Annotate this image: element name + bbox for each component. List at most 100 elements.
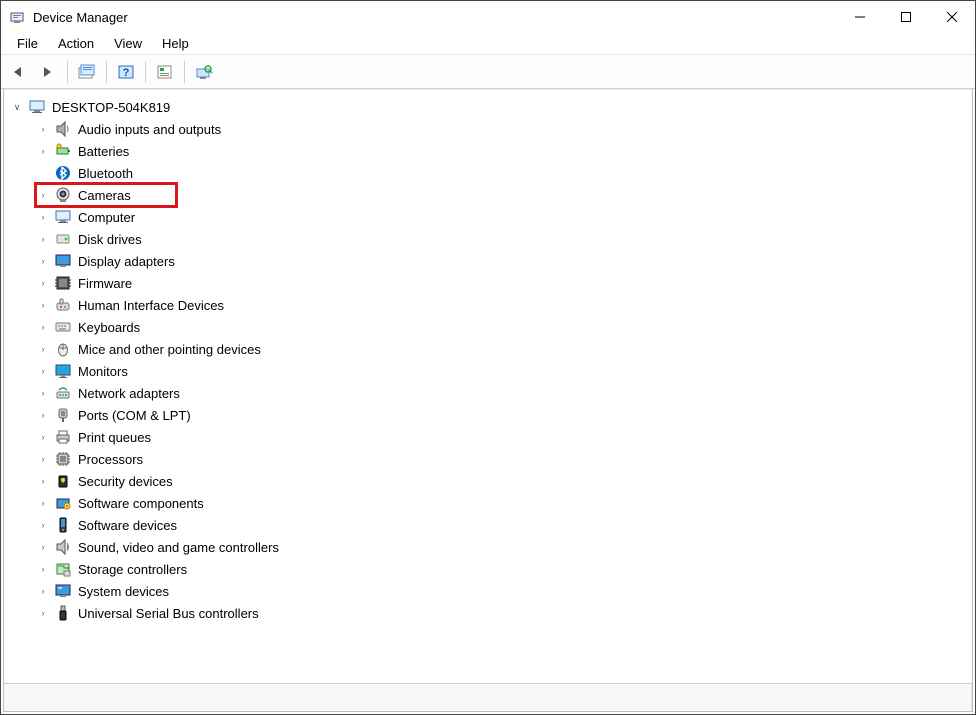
disk-icon	[54, 230, 72, 248]
expander-icon[interactable]: ∨	[10, 100, 24, 114]
toolbar-show-hidden[interactable]	[74, 59, 100, 85]
camera-icon	[54, 186, 72, 204]
tree-category-label: Ports (COM & LPT)	[76, 408, 191, 423]
tree-category-label: Security devices	[76, 474, 173, 489]
maximize-button[interactable]	[883, 1, 929, 33]
expander-icon[interactable]: ›	[36, 584, 50, 598]
computer-icon	[54, 208, 72, 226]
display-icon	[54, 252, 72, 270]
toolbar-scan-hardware[interactable]	[191, 59, 217, 85]
expander-icon[interactable]: ›	[36, 210, 50, 224]
mouse-icon	[54, 340, 72, 358]
tree-category-row[interactable]: › Computer	[10, 206, 972, 228]
toolbar-back[interactable]	[7, 59, 33, 85]
tree-category-label: Storage controllers	[76, 562, 187, 577]
tree-category-row[interactable]: › Audio inputs and outputs	[10, 118, 972, 140]
expander-icon[interactable]: ›	[36, 386, 50, 400]
expander-icon[interactable]: ›	[36, 518, 50, 532]
toolbar-forward[interactable]	[35, 59, 61, 85]
toolbar-properties[interactable]	[152, 59, 178, 85]
printer-icon	[54, 428, 72, 446]
expander-icon[interactable]: ›	[36, 606, 50, 620]
close-button[interactable]	[929, 1, 975, 33]
battery-icon	[54, 142, 72, 160]
tree-category-label: Keyboards	[76, 320, 140, 335]
bluetooth-icon	[54, 164, 72, 182]
status-bar	[4, 683, 972, 711]
tree-category-row[interactable]: › Storage controllers	[10, 558, 972, 580]
hid-icon	[54, 296, 72, 314]
menu-action[interactable]: Action	[48, 34, 104, 53]
sound-icon	[54, 538, 72, 556]
tree-category-label: Disk drives	[76, 232, 142, 247]
tree-category-row[interactable]: › Processors	[10, 448, 972, 470]
tree-category-row[interactable]: › Firmware	[10, 272, 972, 294]
device-tree-view[interactable]: ∨ DESKTOP-504K819 › Audio inputs and out…	[4, 89, 972, 683]
tree-category-label: Bluetooth	[76, 166, 133, 181]
tree-category-row[interactable]: › Human Interface Devices	[10, 294, 972, 316]
tree-root-row[interactable]: ∨ DESKTOP-504K819	[10, 96, 972, 118]
minimize-button[interactable]	[837, 1, 883, 33]
menu-file[interactable]: File	[7, 34, 48, 53]
tree-category-row[interactable]: › Keyboards	[10, 316, 972, 338]
tree-category-label: System devices	[76, 584, 169, 599]
tree-category-row[interactable]: › Cameras	[36, 184, 176, 206]
tree-category-row[interactable]: › Batteries	[10, 140, 972, 162]
keyboard-icon	[54, 318, 72, 336]
title-bar: Device Manager	[1, 1, 975, 33]
expander-icon[interactable]: ›	[36, 408, 50, 422]
tree-category-row[interactable]: › Print queues	[10, 426, 972, 448]
toolbar: ?	[1, 55, 975, 89]
expander-icon[interactable]: ›	[36, 232, 50, 246]
toolbar-separator	[184, 61, 185, 83]
tree-category-row[interactable]: › System devices	[10, 580, 972, 602]
tree-category-row[interactable]: › Security devices	[10, 470, 972, 492]
app-icon	[9, 9, 25, 25]
tree-category-row[interactable]: › Software devices	[10, 514, 972, 536]
menu-help[interactable]: Help	[152, 34, 199, 53]
expander-icon[interactable]: ›	[36, 496, 50, 510]
expander-icon[interactable]: ›	[36, 364, 50, 378]
softdev-icon	[54, 516, 72, 534]
expander-icon[interactable]: ›	[36, 254, 50, 268]
tree-category-row[interactable]: › Display adapters	[10, 250, 972, 272]
expander-icon[interactable]: ›	[36, 298, 50, 312]
tree-category-label: Mice and other pointing devices	[76, 342, 261, 357]
tree-category-label: Audio inputs and outputs	[76, 122, 221, 137]
expander-icon[interactable]: ›	[36, 342, 50, 356]
toolbar-separator	[106, 61, 107, 83]
tree-category-row[interactable]: Bluetooth	[10, 162, 972, 184]
tree-category-label: Universal Serial Bus controllers	[76, 606, 259, 621]
expander-icon[interactable]: ›	[36, 320, 50, 334]
tree-category-label: Batteries	[76, 144, 129, 159]
system-icon	[54, 582, 72, 600]
tree-category-row[interactable]: › Mice and other pointing devices	[10, 338, 972, 360]
expander-icon[interactable]: ›	[36, 452, 50, 466]
expander-icon[interactable]: ›	[36, 540, 50, 554]
toolbar-help[interactable]: ?	[113, 59, 139, 85]
expander-icon[interactable]: ›	[36, 276, 50, 290]
expander-icon[interactable]: ›	[36, 188, 50, 202]
menu-view[interactable]: View	[104, 34, 152, 53]
expander-icon[interactable]	[36, 166, 50, 180]
toolbar-separator	[145, 61, 146, 83]
expander-icon[interactable]: ›	[36, 562, 50, 576]
cpu-icon	[54, 450, 72, 468]
tree-category-label: Print queues	[76, 430, 151, 445]
tree-category-row[interactable]: › Disk drives	[10, 228, 972, 250]
expander-icon[interactable]: ›	[36, 144, 50, 158]
tree-category-row[interactable]: › Ports (COM & LPT)	[10, 404, 972, 426]
menu-bar: File Action View Help	[1, 33, 975, 55]
tree-category-row[interactable]: › Sound, video and game controllers	[10, 536, 972, 558]
tree-category-label: Monitors	[76, 364, 128, 379]
tree-category-row[interactable]: › Software components	[10, 492, 972, 514]
security-icon	[54, 472, 72, 490]
window-controls	[837, 1, 975, 33]
expander-icon[interactable]: ›	[36, 122, 50, 136]
expander-icon[interactable]: ›	[36, 474, 50, 488]
expander-icon[interactable]: ›	[36, 430, 50, 444]
tree-category-row[interactable]: › Monitors	[10, 360, 972, 382]
tree-category-row[interactable]: › Network adapters	[10, 382, 972, 404]
firmware-icon	[54, 274, 72, 292]
tree-category-row[interactable]: › Universal Serial Bus controllers	[10, 602, 972, 624]
